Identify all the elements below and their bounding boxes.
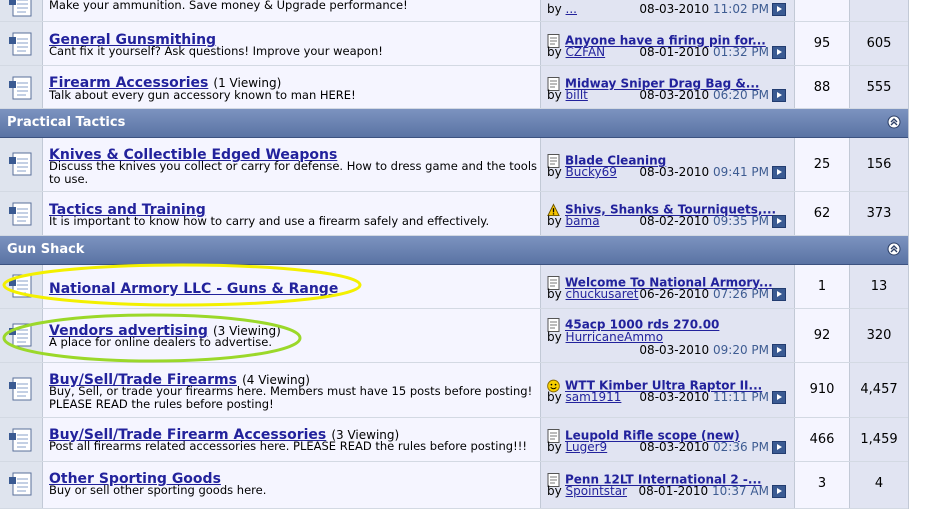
last-post-date: 08-03-2010 09:20 PM — [639, 343, 786, 357]
post-count: 555 — [866, 80, 892, 95]
forum-description: Make your ammunition. Save money & Upgra… — [49, 0, 408, 12]
thread-count: 3 — [817, 476, 827, 491]
last-post-date: 06-26-2010 07:26 PM — [639, 287, 786, 301]
forum-description: Cant fix it yourself? Ask questions! Imp… — [49, 44, 383, 58]
last-post-date: 08-03-2010 11:02 PM — [639, 2, 786, 16]
post-count: 1,459 — [860, 432, 898, 447]
last-post-date: 08-03-2010 06:20 PM — [639, 88, 786, 102]
last-post-user[interactable]: Luger9 — [566, 440, 608, 454]
last-post-user[interactable]: HurricaneAmmo — [566, 330, 664, 344]
go-to-last-post-icon[interactable] — [772, 166, 786, 179]
last-post-date: 08-03-2010 02:36 PM — [639, 440, 786, 454]
forum-status-icon — [9, 32, 32, 56]
post-count: 373 — [866, 206, 892, 221]
last-post-user[interactable]: Spointstar — [566, 484, 627, 498]
last-post-date: 08-01-2010 10:37 AM — [638, 484, 786, 498]
forum-row: Buy/Sell/Trade Firearms (4 Viewing) Buy,… — [0, 363, 908, 418]
forum-description: Post all firearms related accessories he… — [49, 439, 527, 453]
thread-count: 1 — [817, 279, 827, 294]
last-post-date: 08-02-2010 09:35 PM — [639, 214, 786, 228]
forum-status-icon — [9, 323, 32, 347]
forum-status-icon — [9, 428, 32, 452]
forum-status-icon — [9, 0, 32, 17]
thread-count: 95 — [813, 36, 831, 51]
forum-description: Discuss the knives you collect or carry … — [49, 159, 538, 186]
category-title[interactable]: Practical Tactics — [7, 115, 125, 130]
thread-count: 910 — [809, 382, 835, 397]
post-count: 156 — [866, 157, 892, 172]
forum-status-icon — [9, 152, 32, 176]
page-gutter — [908, 0, 936, 509]
forum-row: Firearm Accessories (1 Viewing) Talk abo… — [0, 66, 908, 109]
collapse-icon[interactable] — [887, 242, 901, 256]
go-to-last-post-icon[interactable] — [772, 215, 786, 228]
forum-title-link[interactable]: National Armory LLC - Guns & Range — [49, 281, 338, 297]
forum-row: General Gunsmithing Cant fix it yourself… — [0, 22, 908, 66]
last-post-user[interactable]: billt — [566, 88, 588, 102]
thread-count: 92 — [813, 328, 831, 343]
forum-description: Buy, Sell, or trade your firearms here. … — [49, 384, 533, 411]
post-count: 605 — [866, 36, 892, 51]
forum-row: Buy/Sell/Trade Firearm Accessories (3 Vi… — [0, 418, 908, 462]
go-to-last-post-icon[interactable] — [772, 288, 786, 301]
go-to-last-post-icon[interactable] — [772, 3, 786, 16]
go-to-last-post-icon[interactable] — [772, 46, 786, 59]
forum-description: A place for online dealers to advertise. — [49, 335, 272, 349]
go-to-last-post-icon[interactable] — [772, 485, 786, 498]
go-to-last-post-icon[interactable] — [772, 344, 786, 357]
thread-count: 88 — [813, 80, 831, 95]
forum-row: Vendors advertising (3 Viewing) A place … — [0, 309, 908, 363]
last-post-user[interactable]: Bucky69 — [566, 165, 617, 179]
category-title[interactable]: Gun Shack — [7, 242, 84, 257]
thread-count: 62 — [813, 206, 831, 221]
forum-status-icon — [9, 274, 32, 298]
post-count: 4,457 — [860, 382, 898, 397]
post-count: 13 — [870, 279, 888, 294]
thread-count: 25 — [813, 157, 831, 172]
forum-row: Other Sporting Goods Buy or sell other s… — [0, 462, 908, 509]
forum-row: Tactics and Training It is important to … — [0, 192, 908, 236]
last-post-date: 08-01-2010 01:32 PM — [639, 45, 786, 59]
forum-row: Knives & Collectible Edged Weapons Discu… — [0, 138, 908, 192]
thread-count: 466 — [809, 432, 835, 447]
last-post-date: 08-03-2010 11:11 PM — [639, 390, 786, 404]
last-post-user[interactable]: CZFAN — [566, 45, 606, 59]
forum-description: Talk about every gun accessory known to … — [49, 88, 356, 102]
forum-description: It is important to know how to carry and… — [49, 214, 490, 228]
go-to-last-post-icon[interactable] — [772, 441, 786, 454]
forum-status-icon — [9, 377, 32, 401]
last-post-user[interactable]: ... — [566, 2, 577, 16]
go-to-last-post-icon[interactable] — [772, 391, 786, 404]
forum-row: National Armory LLC - Guns & Range Welco… — [0, 265, 908, 309]
category-header[interactable]: Gun Shack — [0, 236, 908, 265]
last-post-user[interactable]: sam1911 — [566, 390, 622, 404]
collapse-icon[interactable] — [887, 115, 901, 129]
forum-status-icon — [9, 76, 32, 100]
post-count: 320 — [866, 328, 892, 343]
last-post-user[interactable]: chuckusaret — [566, 287, 639, 301]
go-to-last-post-icon[interactable] — [772, 89, 786, 102]
post-count: 4 — [874, 476, 884, 491]
category-header[interactable]: Practical Tactics — [0, 109, 908, 138]
forum-description: Buy or sell other sporting goods here. — [49, 483, 267, 497]
last-post-date: 08-03-2010 09:41 PM — [639, 165, 786, 179]
last-post-user[interactable]: bama — [566, 214, 600, 228]
forum-status-icon — [9, 472, 32, 496]
forum-row: Make your ammunition. Save money & Upgra… — [0, 0, 908, 22]
forum-status-icon — [9, 202, 32, 226]
